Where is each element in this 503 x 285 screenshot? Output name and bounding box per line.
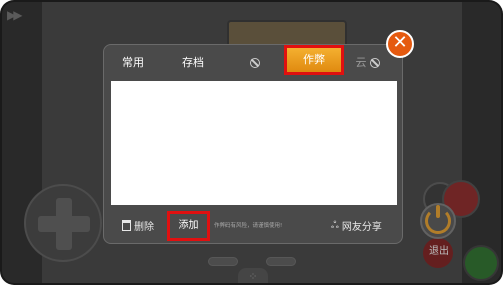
phone-frame: ▶▶ 退出 ⁘ 常用 存档 作弊 云 删除 添加 作弊码有风险，请谨慎使用! ஃ… [0, 0, 503, 285]
tab-cheat[interactable]: 作弊 [284, 45, 344, 75]
dialog-footer: 删除 添加 作弊码有风险，请谨慎使用! ஃ 网友分享 [104, 211, 404, 241]
trash-icon [122, 220, 131, 231]
delete-label: 删除 [134, 222, 154, 233]
share-icon: ஃ [331, 219, 339, 231]
emulator-screen: ▶▶ 退出 ⁘ 常用 存档 作弊 云 删除 添加 作弊码有风险，请谨慎使用! ஃ… [2, 2, 501, 283]
cheat-dialog: 常用 存档 作弊 云 删除 添加 作弊码有风险，请谨慎使用! ஃ 网友分享 [103, 44, 403, 244]
close-icon[interactable]: ✕ [386, 30, 414, 58]
cheat-list[interactable] [111, 81, 397, 205]
tab-common[interactable]: 常用 [118, 53, 148, 73]
tab-savestate[interactable]: 存档 [178, 53, 208, 73]
disabled-icon [370, 58, 380, 68]
delete-button[interactable]: 删除 [122, 218, 154, 233]
disabled-icon [250, 58, 260, 68]
share-label: 网友分享 [341, 222, 382, 233]
warning-text: 作弊码有风险，请谨慎使用! [214, 223, 283, 229]
tab-cloud[interactable]: 云 [354, 53, 368, 73]
tab-bar: 常用 存档 作弊 云 [104, 45, 404, 81]
add-button[interactable]: 添加 [167, 211, 210, 241]
share-button[interactable]: ஃ 网友分享 [331, 218, 382, 234]
